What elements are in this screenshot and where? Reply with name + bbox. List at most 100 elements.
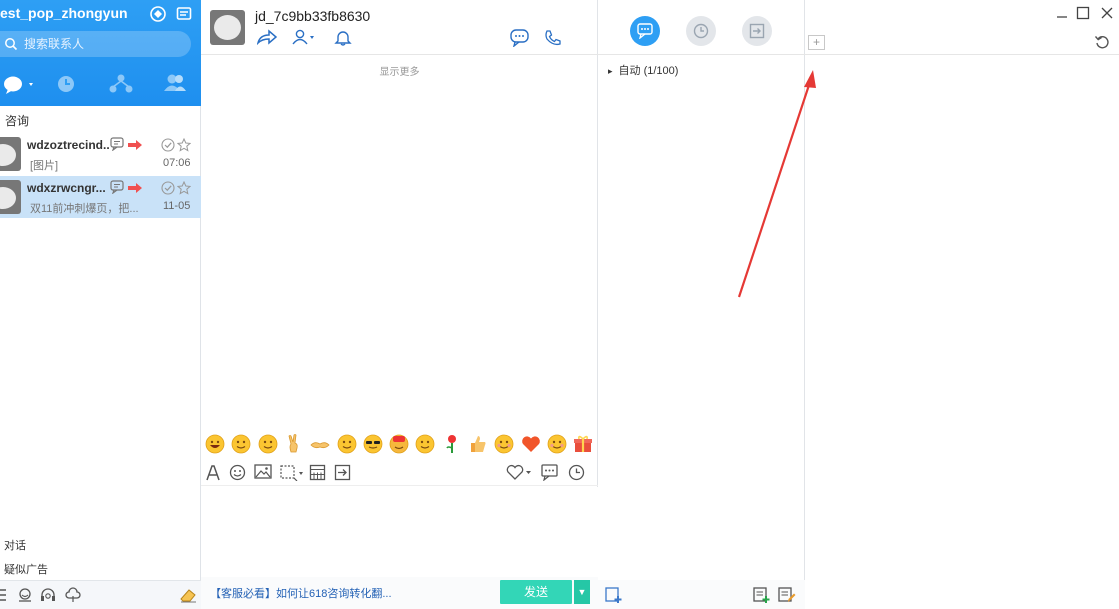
section-suspected-ads[interactable]: 疑似广告 <box>4 561 48 577</box>
chat-bubble-icon <box>110 180 126 197</box>
edit-reply-icon[interactable] <box>778 587 796 607</box>
refresh-icon[interactable] <box>1094 35 1110 53</box>
plugin-tab-bar: + <box>805 0 1119 55</box>
expand-caret-icon: ▸ <box>608 66 613 76</box>
emoji-icon[interactable] <box>229 464 246 484</box>
contacts-panel: est_pop_zhongyun 搜索联系人 咨询 wdzoztrecind.. <box>0 0 201 609</box>
contact-name: wdxzrwcngr... <box>27 181 106 195</box>
chat-footer: 【客服必看】如何让618咨询转化翻... 发送 ▼ <box>201 577 598 609</box>
emoji-rich-icon[interactable] <box>388 433 410 455</box>
emoji-thumbs-up-icon[interactable] <box>467 433 489 455</box>
transfer-icon[interactable] <box>334 464 351 484</box>
chat-toolbar <box>201 460 598 486</box>
emoji-bar <box>201 433 598 459</box>
contact-last-message: [图片] <box>30 160 59 172</box>
avatar <box>0 137 21 171</box>
clock-icon <box>693 23 709 39</box>
emoji-heart-icon[interactable] <box>520 433 542 455</box>
headset-icon[interactable] <box>40 587 56 606</box>
favorite-icon[interactable] <box>506 464 534 484</box>
history-clock-icon[interactable] <box>568 464 585 484</box>
add-reply-icon[interactable] <box>753 587 771 607</box>
image-icon[interactable] <box>254 464 272 483</box>
phone-icon[interactable] <box>544 29 562 50</box>
quick-reply-footer <box>598 580 805 609</box>
emoji-gift-icon[interactable] <box>572 433 594 455</box>
account-name: est_pop_zhongyun <box>0 5 128 21</box>
add-tab-button[interactable]: + <box>808 35 825 50</box>
emoji-handshake-icon[interactable] <box>309 433 331 455</box>
chat-bubble-icon[interactable] <box>510 29 530 50</box>
emoji-rose-icon[interactable] <box>441 433 463 455</box>
reply-group-label: 自动 (1/100) <box>618 65 679 77</box>
avatar <box>0 180 21 214</box>
promo-link[interactable]: 【客服必看】如何让618咨询转化翻... <box>210 585 392 601</box>
customer-service-icon[interactable] <box>17 587 33 606</box>
transfer-arrow-icon[interactable] <box>127 182 143 197</box>
contact-last-message: 双11前冲刺爆页，把... <box>30 203 139 215</box>
emoji-shy-icon[interactable] <box>546 433 568 455</box>
left-header: est_pop_zhongyun 搜索联系人 <box>0 0 201 106</box>
emoji-victory-icon[interactable] <box>283 433 305 455</box>
emoji-smile-icon[interactable] <box>414 433 436 455</box>
menu-icon[interactable] <box>0 587 8 606</box>
tab-organization[interactable] <box>108 72 134 98</box>
share-icon[interactable] <box>256 29 278 48</box>
message-box-icon[interactable] <box>176 6 192 22</box>
status-icon[interactable] <box>150 6 166 22</box>
chat-username: jd_7c9bb33fb8630 <box>255 8 371 24</box>
calculator-icon[interactable] <box>309 464 326 484</box>
chat-avatar <box>210 10 245 45</box>
eraser-icon[interactable] <box>179 587 197 606</box>
reply-group-auto[interactable]: ▸ 自动 (1/100) <box>608 62 678 78</box>
screenshot-icon[interactable] <box>280 464 306 484</box>
chat-header: jd_7c9bb33fb8630 <box>201 0 598 55</box>
quick-reply-tab-icon <box>637 23 653 39</box>
contact-time: 07:06 <box>163 157 191 169</box>
tab-chats[interactable] <box>2 72 33 98</box>
section-dialog[interactable]: 对话 <box>4 537 26 553</box>
contact-item-active[interactable]: wdxzrwcngr... 双11前冲刺爆页，把... 11-05 <box>0 176 201 218</box>
star-icon[interactable] <box>176 137 192 155</box>
emoji-sleepy-icon[interactable] <box>230 433 252 455</box>
left-toolbar <box>0 580 201 609</box>
check-circle-icon[interactable] <box>161 138 175 155</box>
tab-contacts[interactable] <box>163 72 189 98</box>
chat-panel: jd_7c9bb33fb8630 显示更多 【客服必看】如何让618咨询转化翻.… <box>201 0 598 609</box>
send-button[interactable]: 发送 <box>500 580 572 604</box>
tab-history[interactable] <box>55 72 81 98</box>
contact-item[interactable]: wdzoztrecind.. [图片] 07:06 <box>0 133 201 175</box>
add-group-icon[interactable] <box>605 587 623 607</box>
emoji-kiss-icon[interactable] <box>493 433 515 455</box>
user-info-icon[interactable] <box>292 29 318 48</box>
close-icon[interactable] <box>1099 5 1115 21</box>
transfer-icon <box>749 23 765 39</box>
emoji-grin-icon[interactable] <box>204 433 226 455</box>
quick-reply-icon[interactable] <box>541 464 560 484</box>
minimize-icon[interactable] <box>1054 5 1070 21</box>
transfer-arrow-icon[interactable] <box>127 139 143 154</box>
search-placeholder: 搜索联系人 <box>24 37 85 51</box>
emoji-blush-icon[interactable] <box>257 433 279 455</box>
chat-bubble-icon <box>110 137 126 154</box>
maximize-icon[interactable] <box>1075 5 1091 21</box>
show-more-link[interactable]: 显示更多 <box>201 63 598 78</box>
emoji-thinking-icon[interactable] <box>336 433 358 455</box>
contact-time: 11-05 <box>163 200 191 212</box>
cloud-icon[interactable] <box>65 587 81 606</box>
font-icon[interactable] <box>205 464 221 485</box>
tab-history[interactable] <box>686 16 716 46</box>
contact-name: wdzoztrecind.. <box>27 138 110 152</box>
bell-icon[interactable] <box>334 29 352 49</box>
search-input[interactable]: 搜索联系人 <box>0 31 191 57</box>
search-icon <box>5 38 18 51</box>
quick-reply-panel: ▸ 自动 (1/100) <box>598 0 805 609</box>
message-input[interactable] <box>201 487 598 577</box>
send-options-dropdown[interactable]: ▼ <box>574 580 590 604</box>
side-plugin-area: + <box>805 0 1119 609</box>
emoji-cool-icon[interactable] <box>362 433 384 455</box>
check-circle-icon[interactable] <box>161 181 175 198</box>
star-icon[interactable] <box>176 180 192 198</box>
tab-transfer[interactable] <box>742 16 772 46</box>
tab-quick-reply[interactable] <box>630 16 660 46</box>
